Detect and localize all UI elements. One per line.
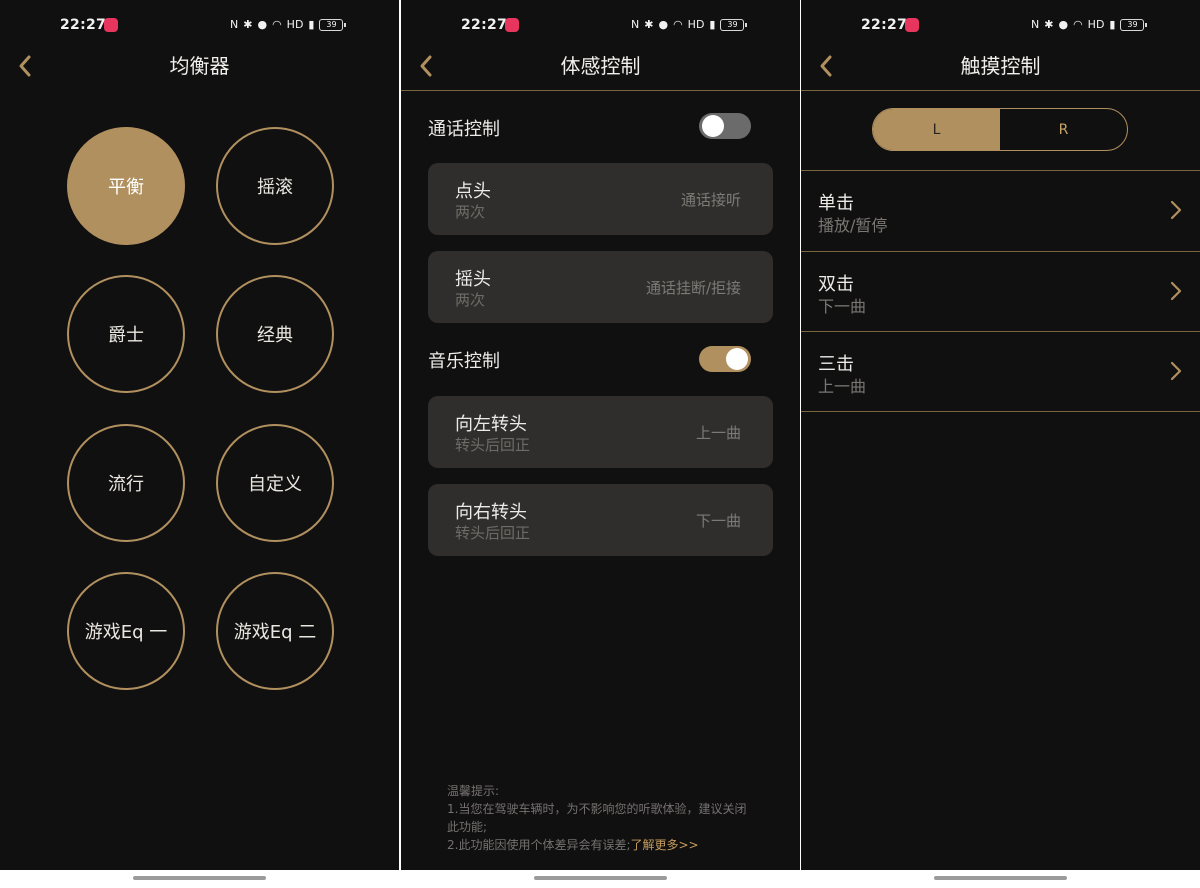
card-action: 通话接听: [680, 191, 741, 209]
status-bar: 22:27 N ✱ ● ◠ HD ▮ 39: [0, 0, 399, 50]
header-divider: [801, 90, 1200, 91]
home-indicator[interactable]: [934, 876, 1067, 880]
hd-icon: HD: [687, 18, 705, 31]
bluetooth-icon: ✱: [243, 18, 253, 31]
call-control-toggle[interactable]: [699, 113, 751, 139]
battery-icon: 39: [720, 19, 748, 31]
wifi-icon: ◠: [1073, 18, 1083, 31]
turn-left-gesture-card[interactable]: 向左转头 转头后回正 上一曲: [428, 396, 773, 468]
bluetooth-icon: ✱: [1044, 18, 1054, 31]
signal-icon: ▮: [308, 18, 315, 31]
chevron-right-icon: [1170, 361, 1182, 381]
nfc-icon: N: [631, 18, 640, 31]
tips: 温馨提示: 1.当您在驾驶车辆时，为不影响您的听歌体验，建议关闭此功能; 2.此…: [447, 782, 747, 854]
nod-gesture-card[interactable]: 点头 两次 通话接听: [428, 163, 773, 235]
tab-left-earbud[interactable]: L: [873, 109, 1000, 150]
app-notification-icon: [905, 18, 919, 32]
earbud-side-selector: L R: [872, 108, 1128, 151]
card-action: 下一曲: [695, 512, 741, 530]
signal-icon: ▮: [1109, 18, 1116, 31]
eq-preset-custom[interactable]: 自定义: [216, 424, 334, 542]
header: 触摸控制: [801, 46, 1200, 90]
card-subtitle: 转头后回正: [455, 436, 531, 454]
call-control-label: 通话控制: [428, 119, 500, 140]
chevron-right-icon: [1170, 281, 1182, 301]
home-indicator-area: [401, 870, 800, 888]
nfc-icon: N: [230, 18, 239, 31]
status-bar: 22:27 N ✱ ● ◠ HD ▮ 39: [801, 0, 1200, 50]
page-title: 触摸控制: [960, 54, 1041, 78]
location-icon: ●: [1058, 18, 1069, 31]
toggle-knob: [726, 348, 748, 370]
list-divider: [801, 411, 1200, 412]
status-time: 22:27: [861, 17, 908, 33]
hd-icon: HD: [1087, 18, 1105, 31]
tab-right-earbud[interactable]: R: [1000, 109, 1127, 150]
card-action: 上一曲: [695, 424, 741, 442]
card-title: 向左转头: [455, 414, 527, 435]
status-time: 22:27: [60, 17, 107, 33]
home-indicator-area: [0, 870, 399, 888]
app-notification-icon: [104, 18, 118, 32]
chevron-right-icon: [1170, 200, 1182, 220]
eq-preset-balance[interactable]: 平衡: [67, 127, 185, 245]
app-notification-icon: [505, 18, 519, 32]
hd-icon: HD: [286, 18, 304, 31]
status-icons: N ✱ ● ◠ HD ▮ 39: [1031, 17, 1148, 33]
battery-icon: 39: [1120, 19, 1148, 31]
card-action: 通话挂断/拒接: [645, 279, 741, 297]
row-subtitle: 下一曲: [818, 297, 867, 316]
card-subtitle: 两次: [455, 291, 486, 309]
double-tap-row[interactable]: 双击 下一曲: [801, 252, 1200, 332]
card-title: 点头: [455, 181, 491, 202]
equalizer-screen: 22:27 N ✱ ● ◠ HD ▮ 39 均衡器 平衡 摇滚 爵士 经典 流行…: [0, 0, 399, 870]
row-subtitle: 上一曲: [818, 377, 867, 396]
card-subtitle: 转头后回正: [455, 524, 531, 542]
eq-preset-game-2[interactable]: 游戏Eq 二: [216, 572, 334, 690]
battery-icon: 39: [319, 19, 347, 31]
nfc-icon: N: [1031, 18, 1040, 31]
location-icon: ●: [257, 18, 268, 31]
wifi-icon: ◠: [272, 18, 282, 31]
eq-preset-pop[interactable]: 流行: [67, 424, 185, 542]
card-title: 摇头: [455, 269, 491, 290]
turn-right-gesture-card[interactable]: 向右转头 转头后回正 下一曲: [428, 484, 773, 556]
tips-heading: 温馨提示:: [447, 784, 500, 798]
eq-preset-game-1[interactable]: 游戏Eq 一: [67, 572, 185, 690]
toggle-knob: [702, 115, 724, 137]
single-tap-row[interactable]: 单击 播放/暂停: [801, 171, 1200, 251]
eq-preset-jazz[interactable]: 爵士: [67, 275, 185, 393]
eq-preset-classic[interactable]: 经典: [216, 275, 334, 393]
header: 均衡器: [0, 46, 399, 90]
tips-line-2-wrap: 2.此功能因使用个体差异会有误差;了解更多>>: [447, 836, 747, 854]
page-title: 体感控制: [560, 54, 641, 78]
header: 体感控制: [401, 46, 800, 90]
home-indicator-area: [801, 870, 1200, 888]
status-icons: N ✱ ● ◠ HD ▮ 39: [631, 17, 748, 33]
tips-line-2: 2.此功能因使用个体差异会有误差;: [447, 838, 631, 852]
music-control-toggle[interactable]: [699, 346, 751, 372]
status-bar: 22:27 N ✱ ● ◠ HD ▮ 39: [401, 0, 800, 50]
motion-control-screen: 22:27 N ✱ ● ◠ HD ▮ 39 体感控制 通话控制 点头 两次 通话…: [401, 0, 800, 870]
header-divider: [401, 90, 800, 91]
learn-more-link[interactable]: 了解更多>>: [631, 838, 699, 852]
touch-control-screen: 22:27 N ✱ ● ◠ HD ▮ 39 触摸控制 L R 单击 播放/暂停 …: [801, 0, 1200, 870]
status-time: 22:27: [461, 17, 508, 33]
card-subtitle: 两次: [455, 203, 486, 221]
tips-line-1: 1.当您在驾驶车辆时，为不影响您的听歌体验，建议关闭此功能;: [447, 802, 747, 834]
location-icon: ●: [658, 18, 669, 31]
card-title: 向右转头: [455, 502, 527, 523]
wifi-icon: ◠: [673, 18, 683, 31]
bluetooth-icon: ✱: [644, 18, 654, 31]
music-control-label: 音乐控制: [428, 351, 500, 372]
page-title: 均衡器: [169, 54, 230, 78]
home-indicator[interactable]: [534, 876, 667, 880]
eq-preset-rock[interactable]: 摇滚: [216, 127, 334, 245]
status-icons: N ✱ ● ◠ HD ▮ 39: [230, 17, 347, 33]
home-indicator[interactable]: [133, 876, 266, 880]
shake-gesture-card[interactable]: 摇头 两次 通话挂断/拒接: [428, 251, 773, 323]
row-subtitle: 播放/暂停: [818, 216, 888, 235]
signal-icon: ▮: [709, 18, 716, 31]
triple-tap-row[interactable]: 三击 上一曲: [801, 332, 1200, 412]
